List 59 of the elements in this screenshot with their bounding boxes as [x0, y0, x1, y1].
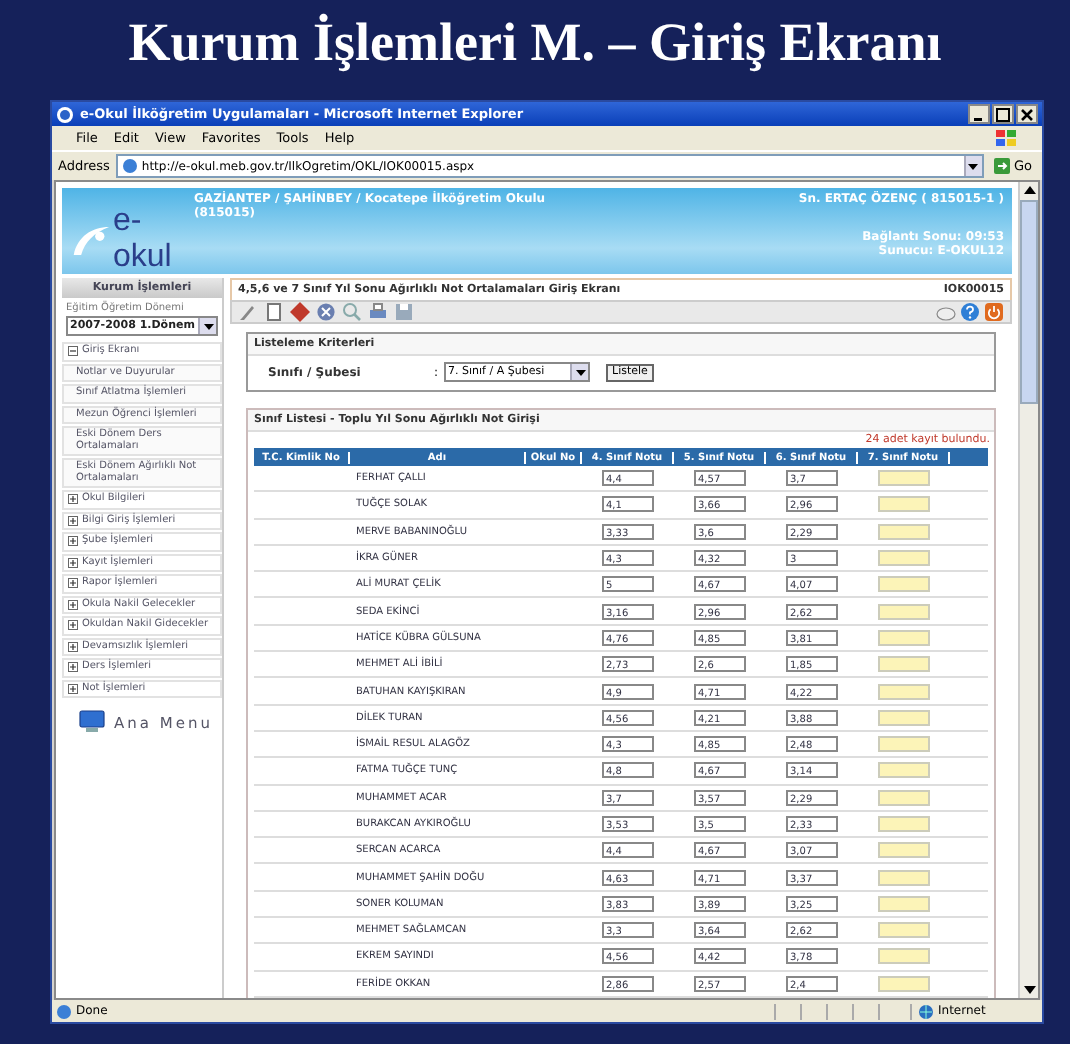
scroll-thumb[interactable] [1020, 200, 1038, 404]
monitor-icon [78, 710, 106, 734]
printer-button[interactable] [368, 302, 388, 322]
logo-text: e-okul [112, 203, 174, 275]
close-button[interactable] [1016, 104, 1038, 124]
grade-field[interactable] [878, 709, 930, 726]
grade-field[interactable] [878, 656, 930, 673]
grade-field[interactable] [878, 576, 930, 593]
grade-field[interactable] [878, 683, 930, 700]
document-button[interactable] [264, 302, 284, 322]
grade-field[interactable] [878, 789, 930, 806]
document-icon [264, 302, 284, 322]
caret-icon [575, 369, 586, 375]
up-arrow-icon [1023, 186, 1035, 194]
disk-button[interactable] [394, 302, 414, 322]
grade-field[interactable] [878, 922, 930, 939]
grade-field[interactable] [878, 496, 930, 513]
down-arrow-icon [1023, 986, 1035, 994]
printer-icon [368, 302, 388, 322]
close-icon [1020, 107, 1034, 121]
grade-field[interactable] [878, 895, 930, 912]
grade-field[interactable] [878, 523, 930, 540]
power-icon [984, 302, 1004, 322]
diamond-icon [290, 302, 310, 322]
help-icon [960, 302, 980, 322]
grade-field[interactable] [878, 470, 930, 487]
maximize-button[interactable] [992, 104, 1014, 124]
grade-field[interactable] [878, 550, 930, 567]
grade-field[interactable] [878, 842, 930, 859]
magnifier-icon [342, 302, 362, 322]
globe-icon [918, 1003, 934, 1019]
pencil-icon [238, 302, 258, 322]
help-button[interactable] [960, 302, 980, 322]
circle-x-button[interactable] [316, 302, 336, 322]
circle-x-icon [316, 302, 336, 322]
diamond-button[interactable] [290, 302, 310, 322]
windows-logo-icon [994, 128, 1018, 148]
minimize-button[interactable] [968, 104, 990, 124]
dropdown-button[interactable] [963, 156, 982, 176]
grade-field[interactable] [878, 869, 930, 886]
pencil-button[interactable] [238, 302, 258, 322]
arrow-icon [993, 158, 1010, 174]
grade-field[interactable] [878, 975, 930, 992]
grade-field[interactable] [878, 603, 930, 620]
caret-icon [968, 163, 979, 169]
grade-field[interactable] [878, 762, 930, 779]
scrollbar[interactable] [1018, 182, 1038, 998]
grade-field[interactable] [878, 816, 930, 832]
browser-icon [56, 105, 74, 123]
maximize-icon [996, 107, 1010, 121]
grade-field[interactable] [878, 736, 930, 753]
page-icon [121, 158, 138, 174]
page-icon [56, 1003, 72, 1019]
slide-title: Kurum İşlemleri M. – Giriş Ekranı [128, 10, 942, 76]
caret-icon [203, 323, 213, 329]
power-button[interactable] [984, 302, 1004, 322]
grade-field[interactable] [878, 629, 930, 646]
magnifier-button[interactable] [342, 302, 362, 322]
grade-field[interactable] [878, 948, 930, 965]
